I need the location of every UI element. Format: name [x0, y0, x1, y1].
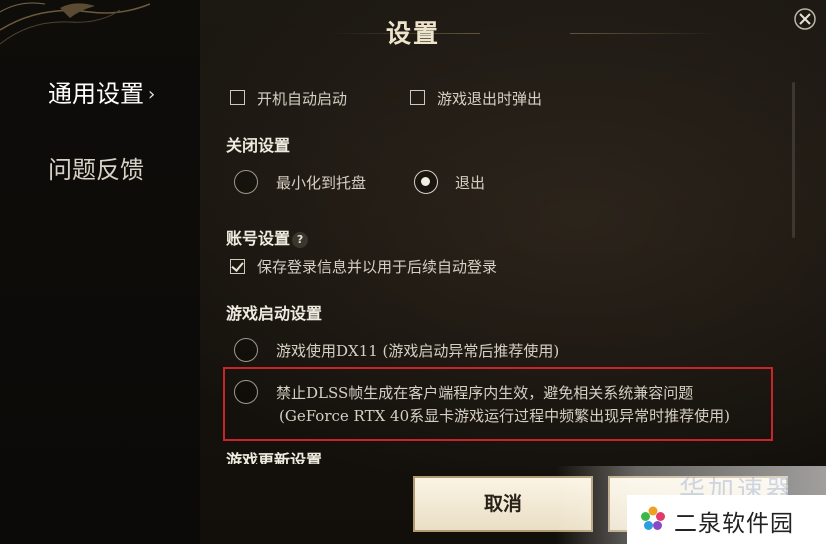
dx11-label: 游戏使用DX11 (游戏启动异常后推荐使用)	[276, 342, 560, 360]
disable-dlss-label-line1: 禁止DLSS帧生成在客户端程序内生效，避免相关系统兼容问题	[276, 384, 694, 402]
disable-dlss-radio[interactable]	[234, 380, 258, 404]
scrollbar[interactable]	[792, 82, 795, 238]
update-settings-heading: 游戏更新设置	[226, 451, 323, 464]
sidebar-item-feedback[interactable]: 问题反馈	[48, 150, 144, 185]
exit-radio[interactable]	[414, 170, 438, 194]
help-icon[interactable]: ?	[292, 232, 309, 248]
minimize-to-tray-radio[interactable]	[234, 170, 258, 194]
popup-on-exit-label: 游戏退出时弹出	[437, 90, 543, 108]
sidebar-item-general[interactable]: 通用设置 ›	[48, 74, 155, 109]
watermark-badge: 二泉软件园	[627, 495, 826, 544]
autostart-label: 开机自动启动	[257, 90, 348, 108]
save-login-checkbox[interactable]	[230, 259, 245, 274]
sidebar-item-label: 问题反馈	[48, 156, 144, 184]
minimize-to-tray-label: 最小化到托盘	[276, 174, 367, 192]
launch-settings-heading: 游戏启动设置	[226, 304, 323, 323]
sidebar: 通用设置 › 问题反馈	[0, 0, 200, 544]
close-icon[interactable]	[793, 7, 817, 31]
autostart-checkbox[interactable]	[230, 90, 245, 105]
exit-label: 退出	[455, 174, 486, 192]
settings-window: 通用设置 › 问题反馈 设置 开机自动启动 游戏退出时弹出 关闭设置 最小化到托盘…	[0, 0, 826, 544]
disable-dlss-label-line2: (GeForce RTX 40系显卡游戏运行过程中频繁出现异常时推荐使用)	[279, 407, 730, 425]
sidebar-item-label: 通用设置	[48, 80, 144, 108]
popup-on-exit-checkbox[interactable]	[410, 90, 425, 105]
save-login-label: 保存登录信息并以用于后续自动登录	[257, 258, 498, 276]
flower-logo-icon	[641, 506, 665, 530]
account-settings-heading: 账号设置?	[226, 225, 309, 249]
account-settings-title: 账号设置	[226, 229, 291, 248]
dx11-radio[interactable]	[234, 338, 258, 362]
close-settings-heading: 关闭设置	[226, 136, 291, 155]
watermark-brand-text: 二泉软件园	[674, 511, 794, 537]
chevron-right-icon: ›	[148, 84, 156, 105]
highlight-box	[223, 367, 773, 441]
dialog-title: 设置	[385, 19, 440, 48]
